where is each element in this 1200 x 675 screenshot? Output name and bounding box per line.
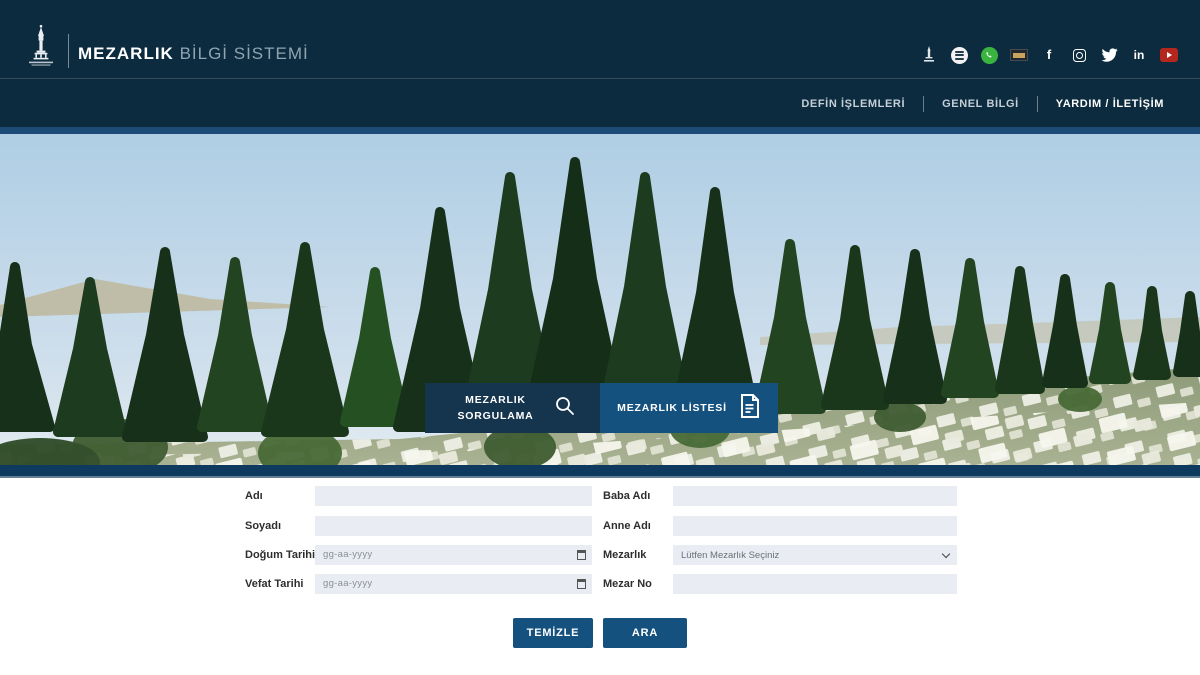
divider-band xyxy=(0,465,1200,478)
tab-mezarlik-listesi-label: MEZARLIK LİSTESİ xyxy=(617,400,727,416)
izmir-clock-tower-logo xyxy=(24,24,58,68)
baba-adi-field[interactable] xyxy=(673,486,957,506)
mezar-no-field[interactable] xyxy=(673,574,957,594)
nav-yardim-iletisim[interactable]: YARDIM / İLETİŞİM xyxy=(1038,98,1182,110)
temizle-button[interactable]: TEMİZLE xyxy=(513,618,593,648)
dogum-tarihi-field[interactable]: gg-aa-yyyy xyxy=(315,545,592,565)
nav-defin-islemleri[interactable]: DEFİN İŞLEMLERİ xyxy=(783,98,923,110)
app-title-light: BİLGİ SİSTEMİ xyxy=(180,44,309,63)
soyadi-input[interactable] xyxy=(315,516,592,536)
dogum-tarihi-label: Doğum Tarihi xyxy=(245,549,315,561)
mezar-no-label: Mezar No xyxy=(603,578,652,590)
header: MEZARLIK BİLGİ SİSTEMİ xyxy=(0,0,1200,127)
vefat-tarihi-field[interactable]: gg-aa-yyyy xyxy=(315,574,592,594)
header-top: MEZARLIK BİLGİ SİSTEMİ xyxy=(0,0,1200,79)
adi-input[interactable] xyxy=(315,486,592,506)
nav-genel-bilgi[interactable]: GENEL BİLGİ xyxy=(924,98,1037,110)
search-icon xyxy=(554,395,576,422)
mezar-no-input[interactable] xyxy=(673,574,957,594)
instagram-icon[interactable] xyxy=(1070,46,1088,64)
brand-divider xyxy=(68,34,69,68)
twitter-icon[interactable] xyxy=(1100,46,1118,64)
anne-adi-field[interactable] xyxy=(673,516,957,536)
calendar-icon[interactable] xyxy=(577,550,586,560)
tab-mezarlik-sorgulama-label: MEZARLIK SORGULAMA xyxy=(450,392,542,425)
youtube-icon[interactable] xyxy=(1160,46,1178,64)
adi-label: Adı xyxy=(245,490,263,502)
linkedin-icon[interactable]: in xyxy=(1130,46,1148,64)
mezarlik-select[interactable]: Lütfen Mezarlık Seçiniz xyxy=(673,545,957,565)
baba-adi-input[interactable] xyxy=(673,486,957,506)
vefat-tarihi-placeholder: gg-aa-yyyy xyxy=(323,578,372,589)
whatsapp-icon[interactable] xyxy=(980,46,998,64)
soyadi-field[interactable] xyxy=(315,516,592,536)
dogum-tarihi-placeholder: gg-aa-yyyy xyxy=(323,549,372,560)
document-icon xyxy=(739,393,761,424)
chevron-down-icon xyxy=(942,550,950,558)
app-title: MEZARLIK BİLGİ SİSTEMİ xyxy=(78,44,309,64)
flag-icon[interactable] xyxy=(1010,46,1028,64)
izmir-tower-icon[interactable] xyxy=(920,46,938,64)
soyadi-label: Soyadı xyxy=(245,520,281,532)
anne-adi-label: Anne Adı xyxy=(603,520,651,532)
mezarlik-label: Mezarlık xyxy=(603,549,646,561)
hero-tabs: MEZARLIK SORGULAMA MEZARLIK LİSTESİ xyxy=(425,383,778,433)
ara-button[interactable]: ARA xyxy=(603,618,687,648)
facebook-icon[interactable]: f xyxy=(1040,46,1058,64)
app-title-bold: MEZARLIK xyxy=(78,44,174,63)
calendar-icon[interactable] xyxy=(577,579,586,589)
mezarlik-select-value: Lütfen Mezarlık Seçiniz xyxy=(681,550,779,561)
baba-adi-label: Baba Adı xyxy=(603,490,650,502)
municipality-circle-icon[interactable] xyxy=(950,46,968,64)
social-icon-bar: f in xyxy=(920,46,1178,64)
page: MEZARLIK BİLGİ SİSTEMİ xyxy=(0,0,1200,675)
tab-mezarlik-listesi[interactable]: MEZARLIK LİSTESİ xyxy=(600,383,778,433)
main-nav: DEFİN İŞLEMLERİ GENEL BİLGİ YARDIM / İLE… xyxy=(783,93,1182,115)
anne-adi-input[interactable] xyxy=(673,516,957,536)
vefat-tarihi-label: Vefat Tarihi xyxy=(245,578,303,590)
tab-mezarlik-sorgulama[interactable]: MEZARLIK SORGULAMA xyxy=(425,383,600,433)
adi-field[interactable] xyxy=(315,486,592,506)
